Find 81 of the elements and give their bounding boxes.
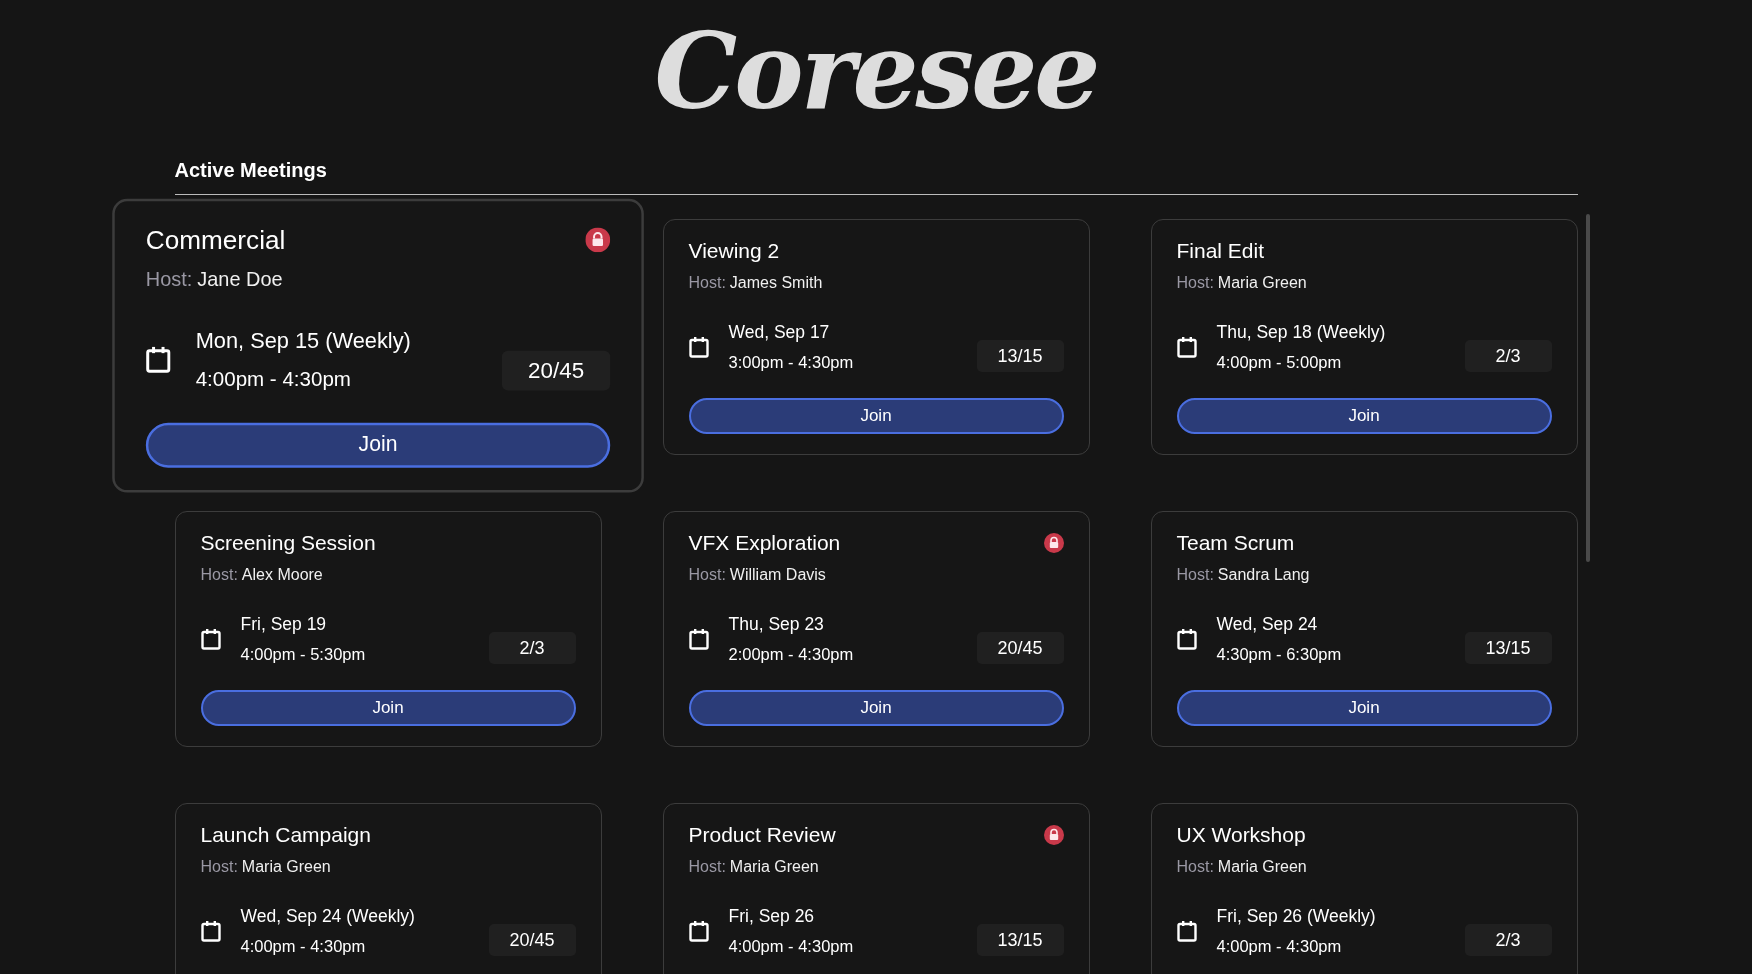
logo: Coresee [654, 12, 1098, 132]
meeting-card[interactable]: UX Workshop Host: Maria Green Fri, Sep 26 (Weekly) 4:00pm - 4:30pm 2/3 [1150, 803, 1578, 974]
participant-count: 2/3 [1464, 340, 1552, 372]
host-name: Maria Green [1217, 274, 1307, 292]
meeting-date: Thu, Sep 23 [728, 614, 825, 635]
host-name: Alex Moore [241, 566, 323, 584]
meeting-title: Product Review [688, 823, 836, 847]
participant-count: 20/45 [488, 924, 576, 956]
join-button[interactable]: Join [688, 690, 1064, 726]
calendar-icon [1176, 336, 1197, 358]
meeting-date: Thu, Sep 18 (Weekly) [1216, 322, 1387, 343]
scrollbar-thumb[interactable] [1585, 214, 1590, 562]
host-name: Sandra Lang [1217, 566, 1310, 584]
meeting-date: Fri, Sep 19 [240, 614, 328, 635]
calendar-icon [688, 628, 709, 650]
meeting-date: Wed, Sep 24 [1216, 614, 1319, 635]
meeting-time: 3:00pm - 4:30pm [728, 353, 855, 372]
host-name: William Davis [729, 566, 826, 584]
meeting-time: 4:00pm - 4:30pm [240, 937, 367, 956]
host-label: Host: [1176, 274, 1214, 292]
calendar-icon [1176, 920, 1197, 942]
meeting-card[interactable]: Screening Session Host: Alex Moore Fri, Sep 19 4:00pm - 5:30pm 2/3 Join [174, 511, 602, 747]
host-name: Maria Green [1217, 858, 1307, 876]
meeting-card[interactable]: Viewing 2 Host: James Smith Wed, Sep 17 3:00pm - 4:30pm 13/15 Join [662, 219, 1090, 455]
join-button[interactable]: Join [688, 398, 1064, 434]
meeting-card[interactable]: Product Review Host: Maria Green Fri, Sep 26 4:00pm - 4:30pm 13/15 [662, 803, 1090, 974]
host-name: Maria Green [241, 858, 331, 876]
meeting-card[interactable]: Launch Campaign Host: Maria Green Wed, Sep 24 (Weekly) 4:00pm - 4:30pm 20/45 [174, 803, 602, 974]
host-label: Host: [200, 566, 238, 584]
meeting-date: Fri, Sep 26 (Weekly) [1216, 906, 1377, 927]
meeting-title: Screening Session [200, 531, 376, 555]
host-label: Host: [145, 268, 192, 291]
join-button[interactable]: Join [1176, 690, 1552, 726]
host-label: Host: [688, 858, 726, 876]
meeting-time: 4:00pm - 4:30pm [195, 366, 352, 391]
meeting-card[interactable]: Team Scrum Host: Sandra Lang Wed, Sep 24 4:30pm - 6:30pm 13/15 Join [1150, 511, 1578, 747]
calendar-icon [1176, 628, 1197, 650]
host-label: Host: [1176, 566, 1214, 584]
meeting-title: Final Edit [1176, 239, 1265, 263]
calendar-icon [200, 920, 221, 942]
participant-count: 2/3 [488, 632, 576, 664]
calendar-icon [688, 336, 709, 358]
meeting-title: Viewing 2 [688, 239, 780, 263]
meeting-time: 2:00pm - 4:30pm [728, 645, 855, 664]
meeting-card[interactable]: Final Edit Host: Maria Green Thu, Sep 18 (Weekly) 4:00pm - 5:00pm 2/3 Join [1150, 219, 1578, 455]
meeting-date: Wed, Sep 24 (Weekly) [240, 906, 416, 927]
meeting-time: 4:00pm - 5:00pm [1216, 353, 1343, 372]
join-button[interactable]: Join [200, 690, 576, 726]
meeting-time: 4:00pm - 5:30pm [240, 645, 367, 664]
host-label: Host: [688, 274, 726, 292]
meeting-date: Wed, Sep 17 [728, 322, 831, 343]
meeting-date: Fri, Sep 26 [728, 906, 816, 927]
meeting-card[interactable]: Commercial Host: Jane Doe Mon, Sep 15 (Weekly) 4:00pm - 4:30pm 20/45 Join [111, 198, 644, 493]
meeting-time: 4:00pm - 4:30pm [1216, 937, 1343, 956]
meeting-card[interactable]: VFX Exploration Host: William Davis Thu, Sep 23 2:00pm - 4:30pm 20/45 Join [662, 511, 1090, 747]
participant-count: 20/45 [976, 632, 1064, 664]
host-name: Jane Doe [196, 268, 283, 291]
host-name: James Smith [729, 274, 823, 292]
calendar-icon [145, 345, 171, 374]
participant-count: 2/3 [1464, 924, 1552, 956]
host-label: Host: [200, 858, 238, 876]
section-title: Active Meetings [174, 158, 328, 182]
calendar-icon [200, 628, 221, 650]
meeting-title: Team Scrum [1176, 531, 1295, 555]
join-button[interactable]: Join [145, 422, 610, 468]
join-button[interactable]: Join [1176, 398, 1552, 434]
participant-count: 13/15 [976, 340, 1064, 372]
meeting-date: Mon, Sep 15 (Weekly) [195, 328, 412, 355]
host-name: Maria Green [729, 858, 819, 876]
meeting-time: 4:00pm - 4:30pm [728, 937, 855, 956]
host-label: Host: [1176, 858, 1214, 876]
participant-count: 13/15 [976, 924, 1064, 956]
participant-count: 13/15 [1464, 632, 1552, 664]
host-label: Host: [688, 566, 726, 584]
calendar-icon [688, 920, 709, 942]
meeting-title: UX Workshop [1176, 823, 1306, 847]
meeting-title: Commercial [145, 224, 285, 255]
meeting-title: VFX Exploration [688, 531, 841, 555]
meeting-time: 4:30pm - 6:30pm [1216, 645, 1343, 664]
meeting-title: Launch Campaign [200, 823, 371, 847]
participant-count: 20/45 [501, 350, 610, 391]
